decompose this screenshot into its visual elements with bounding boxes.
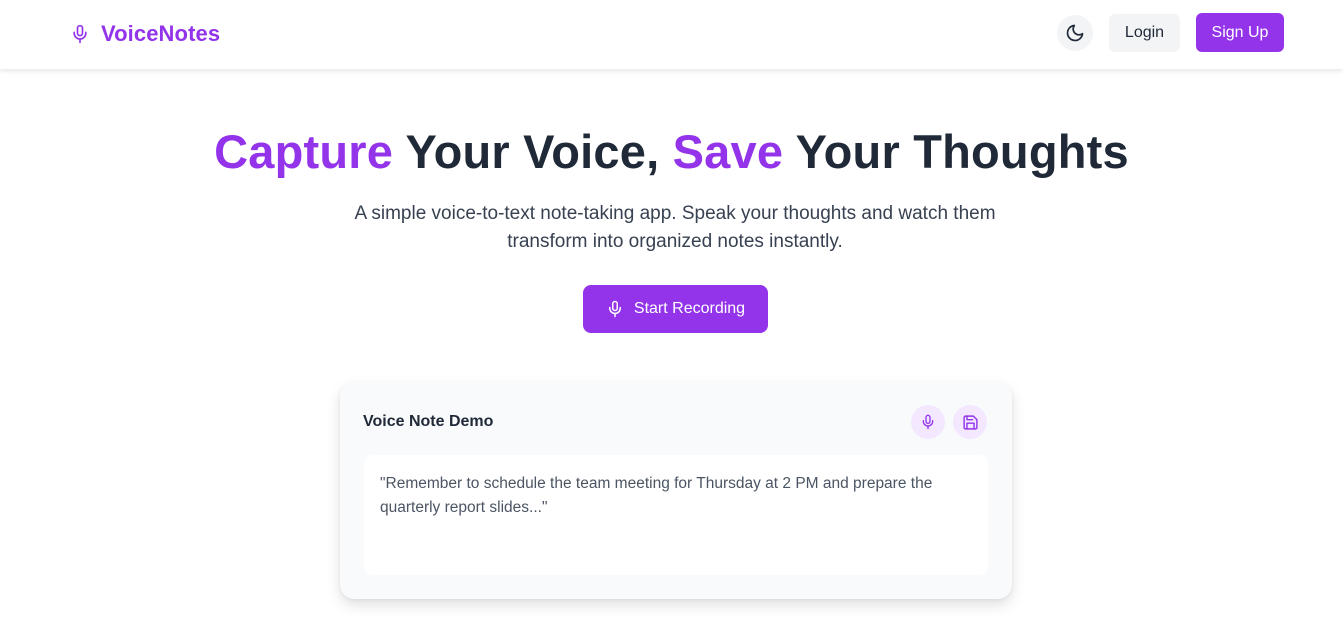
login-button[interactable]: Login — [1109, 14, 1180, 52]
demo-mic-button[interactable] — [911, 405, 945, 439]
demo-save-button[interactable] — [953, 405, 987, 439]
moon-icon — [1065, 23, 1085, 43]
microphone-icon — [920, 413, 936, 431]
start-recording-label: Start Recording — [633, 300, 746, 317]
voice-note-demo-card: Voice Note Demo "Remember to schedule th… — [340, 382, 1012, 599]
hero-title-accent-save: Save — [672, 125, 784, 178]
hero-title-part: Your Thoughts — [783, 125, 1129, 178]
microphone-icon — [68, 20, 92, 48]
transcript-text: "Remember to schedule the team meeting f… — [380, 475, 933, 516]
demo-title: Voice Note Demo — [363, 413, 494, 430]
hero-title-part: Your Voice, — [393, 125, 673, 178]
navbar: VoiceNotes Login Sign Up — [0, 0, 1343, 69]
signup-button[interactable]: Sign Up — [1196, 13, 1284, 52]
microphone-icon — [606, 299, 624, 319]
hero-title: Capture Your Voice, Save Your Thoughts — [0, 124, 1343, 179]
hero-subtitle: A simple voice-to-text note-taking app. … — [354, 203, 996, 252]
theme-toggle-button[interactable] — [1057, 15, 1093, 51]
start-recording-button[interactable]: Start Recording — [583, 285, 768, 333]
save-icon — [962, 414, 979, 431]
brand-name: VoiceNotes — [101, 21, 221, 46]
hero-title-accent-capture: Capture — [214, 125, 394, 178]
transcript-box: "Remember to schedule the team meeting f… — [364, 455, 988, 575]
brand-logo[interactable]: VoiceNotes — [68, 20, 220, 48]
